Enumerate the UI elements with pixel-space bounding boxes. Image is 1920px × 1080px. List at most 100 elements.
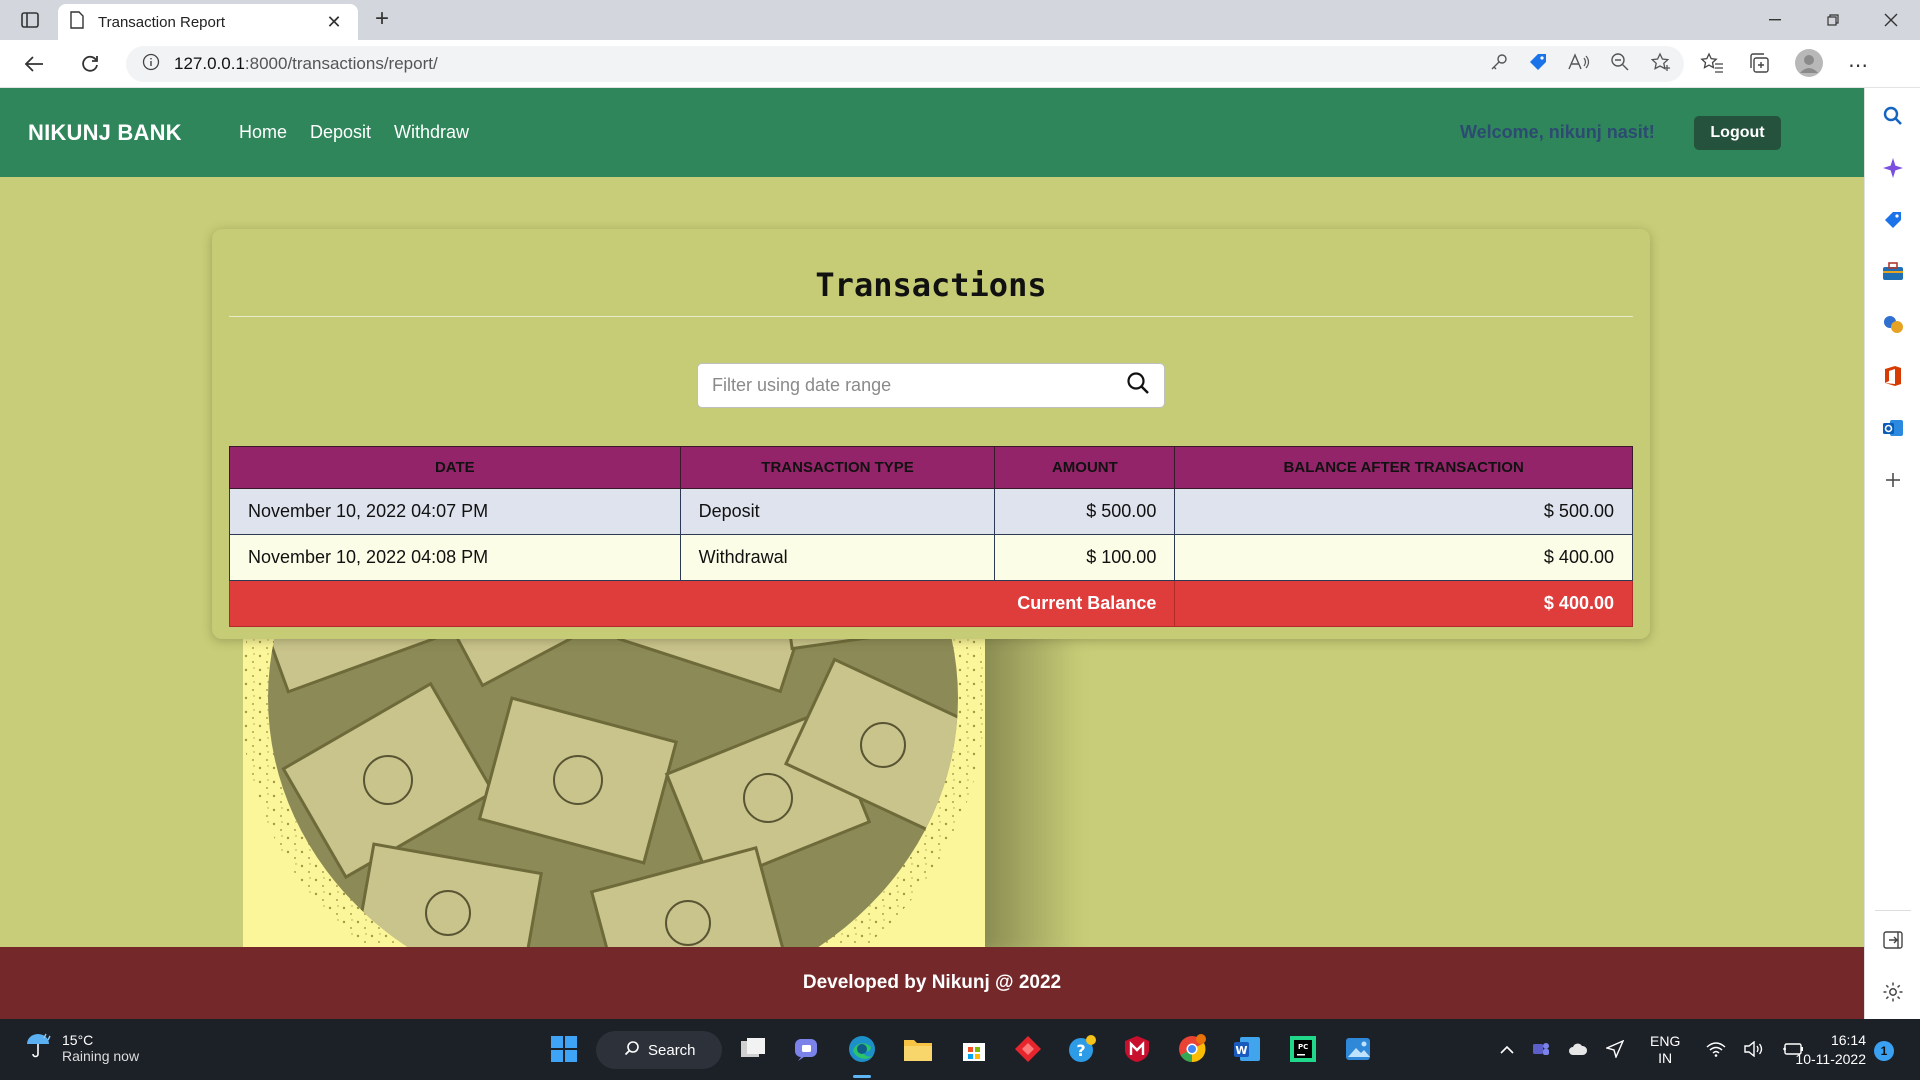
site-info-icon[interactable] <box>142 53 160 76</box>
read-aloud-icon[interactable] <box>1568 52 1590 76</box>
pycharm-icon[interactable]: PC <box>1286 1032 1320 1066</box>
shopping-tag-icon[interactable] <box>1881 208 1905 232</box>
clock-time: 16:14 <box>1830 1032 1866 1048</box>
cell-type: Withdrawal <box>679 534 996 581</box>
location-arrow-icon[interactable] <box>1604 1039 1625 1061</box>
tab-actions-icon[interactable] <box>18 10 42 30</box>
url-text: 127.0.0.1:8000/transactions/report/ <box>174 54 438 74</box>
browser-tab[interactable]: Transaction Report ✕ <box>58 4 358 40</box>
task-view-icon[interactable] <box>736 1032 770 1066</box>
brand-logo[interactable]: NIKUNJ BANK <box>28 120 182 146</box>
notification-badge[interactable]: 1 <box>1874 1041 1894 1061</box>
file-explorer-icon[interactable] <box>901 1032 935 1066</box>
logout-button[interactable]: Logout <box>1694 116 1781 150</box>
search-icon[interactable] <box>1881 104 1905 128</box>
weather-widget[interactable]: 15°C Raining now <box>24 1031 139 1064</box>
cell-date: November 10, 2022 04:08 PM <box>229 534 681 581</box>
settings-gear-icon[interactable] <box>1881 980 1905 1004</box>
restore-icon[interactable] <box>1810 6 1856 34</box>
windows-taskbar: 15°C Raining now Search ? W PC ENG IN 16… <box>0 1019 1920 1080</box>
minimize-icon[interactable] <box>1752 6 1798 34</box>
footer-text: Developed by Nikunj @ 2022 <box>802 972 1062 993</box>
nav-link-withdraw[interactable]: Withdraw <box>394 122 469 143</box>
office-icon[interactable] <box>1881 364 1905 388</box>
svg-text:W: W <box>1235 1044 1247 1057</box>
language-indicator[interactable]: ENG IN <box>1650 1033 1680 1067</box>
svg-text:PC: PC <box>1298 1043 1308 1051</box>
key-icon[interactable] <box>1490 53 1508 76</box>
start-windows-icon[interactable] <box>547 1032 581 1066</box>
chrome-browser-icon[interactable] <box>1175 1032 1209 1066</box>
zoom-out-icon[interactable] <box>1610 52 1630 77</box>
close-window-icon[interactable] <box>1868 6 1914 34</box>
mcafee-shield-icon[interactable] <box>1120 1032 1154 1066</box>
back-icon[interactable] <box>18 48 50 80</box>
cell-amount: $ 500.00 <box>994 488 1176 535</box>
table-row: November 10, 2022 04:08 PM Withdrawal $ … <box>229 534 1633 581</box>
volume-icon[interactable] <box>1744 1040 1764 1060</box>
add-sidebar-item-icon[interactable] <box>1881 468 1905 492</box>
language-code: ENG <box>1650 1033 1681 1049</box>
teams-chat-icon[interactable] <box>790 1032 824 1066</box>
add-favorite-icon[interactable] <box>1650 51 1672 77</box>
coupon-icon[interactable] <box>1528 52 1548 77</box>
favorites-icon[interactable] <box>1700 52 1724 79</box>
search-icon[interactable] <box>1126 371 1150 400</box>
nav-link-deposit[interactable]: Deposit <box>310 122 371 143</box>
system-clock[interactable]: 16:14 10-11-2022 <box>1790 1031 1866 1069</box>
web-page: NIKUNJ BANK Home Deposit Withdraw Welcom… <box>0 88 1864 1019</box>
photos-app-icon[interactable] <box>1341 1032 1375 1066</box>
sidebar-divider <box>1875 910 1911 911</box>
cell-type: Deposit <box>679 488 996 535</box>
edge-sidebar <box>1864 88 1920 1019</box>
profile-avatar[interactable] <box>1794 48 1824 83</box>
games-icon[interactable] <box>1881 312 1905 336</box>
new-tab-button[interactable]: + <box>368 6 396 34</box>
red-app-icon[interactable] <box>1011 1032 1045 1066</box>
address-bar-row: 127.0.0.1:8000/transactions/report/ ⋯ <box>0 40 1920 88</box>
help-app-icon[interactable]: ? <box>1066 1032 1100 1066</box>
outlook-icon[interactable] <box>1881 416 1905 440</box>
chevron-up-icon[interactable] <box>1500 1042 1514 1058</box>
rain-umbrella-icon <box>24 1031 52 1064</box>
cell-balance: $ 400.00 <box>1174 534 1633 581</box>
onedrive-cloud-icon[interactable] <box>1568 1042 1588 1059</box>
system-tray: ENG IN <box>1500 1029 1804 1071</box>
cell-date: November 10, 2022 04:07 PM <box>229 488 681 535</box>
teams-tray-icon[interactable] <box>1532 1040 1550 1061</box>
more-options-icon[interactable]: ⋯ <box>1848 53 1869 78</box>
url-host: 127.0.0.1 <box>174 54 245 73</box>
microsoft-store-icon[interactable] <box>957 1032 991 1066</box>
current-balance-value: $ 400.00 <box>1174 580 1633 627</box>
title-divider <box>229 316 1633 317</box>
column-header-date[interactable]: DATE <box>229 446 681 489</box>
column-header-balance[interactable]: BALANCE AFTER TRANSACTION <box>1174 446 1633 489</box>
edge-browser-icon[interactable] <box>845 1032 879 1066</box>
site-navbar: NIKUNJ BANK Home Deposit Withdraw Welcom… <box>0 88 1864 177</box>
weather-condition: Raining now <box>62 1047 140 1064</box>
nav-link-home[interactable]: Home <box>239 122 287 143</box>
url-field[interactable]: 127.0.0.1:8000/transactions/report/ <box>126 46 1684 82</box>
hide-sidebar-icon[interactable] <box>1881 928 1905 952</box>
refresh-icon[interactable] <box>74 48 106 80</box>
column-header-type[interactable]: TRANSACTION TYPE <box>679 446 996 489</box>
column-header-amount[interactable]: AMOUNT <box>994 446 1176 489</box>
tools-briefcase-icon[interactable] <box>1881 260 1905 284</box>
date-range-input[interactable] <box>712 375 1126 396</box>
welcome-message: Welcome, nikunj nasit! <box>1460 122 1655 142</box>
svg-text:?: ? <box>1076 1041 1085 1060</box>
date-range-filter[interactable] <box>697 363 1165 408</box>
page-icon <box>70 10 84 34</box>
tab-title: Transaction Report <box>98 13 226 31</box>
discover-icon[interactable] <box>1881 156 1905 180</box>
word-icon[interactable]: W <box>1230 1032 1264 1066</box>
wifi-icon[interactable] <box>1706 1041 1726 1060</box>
active-app-indicator <box>853 1075 871 1078</box>
collections-icon[interactable] <box>1748 52 1770 79</box>
url-path: :8000/transactions/report/ <box>244 54 438 73</box>
taskbar-search-label: Search <box>648 1041 696 1059</box>
cell-balance: $ 500.00 <box>1174 488 1633 535</box>
taskbar-search[interactable]: Search <box>596 1031 722 1069</box>
close-tab-icon[interactable]: ✕ <box>322 12 346 33</box>
region-code: IN <box>1658 1050 1673 1066</box>
